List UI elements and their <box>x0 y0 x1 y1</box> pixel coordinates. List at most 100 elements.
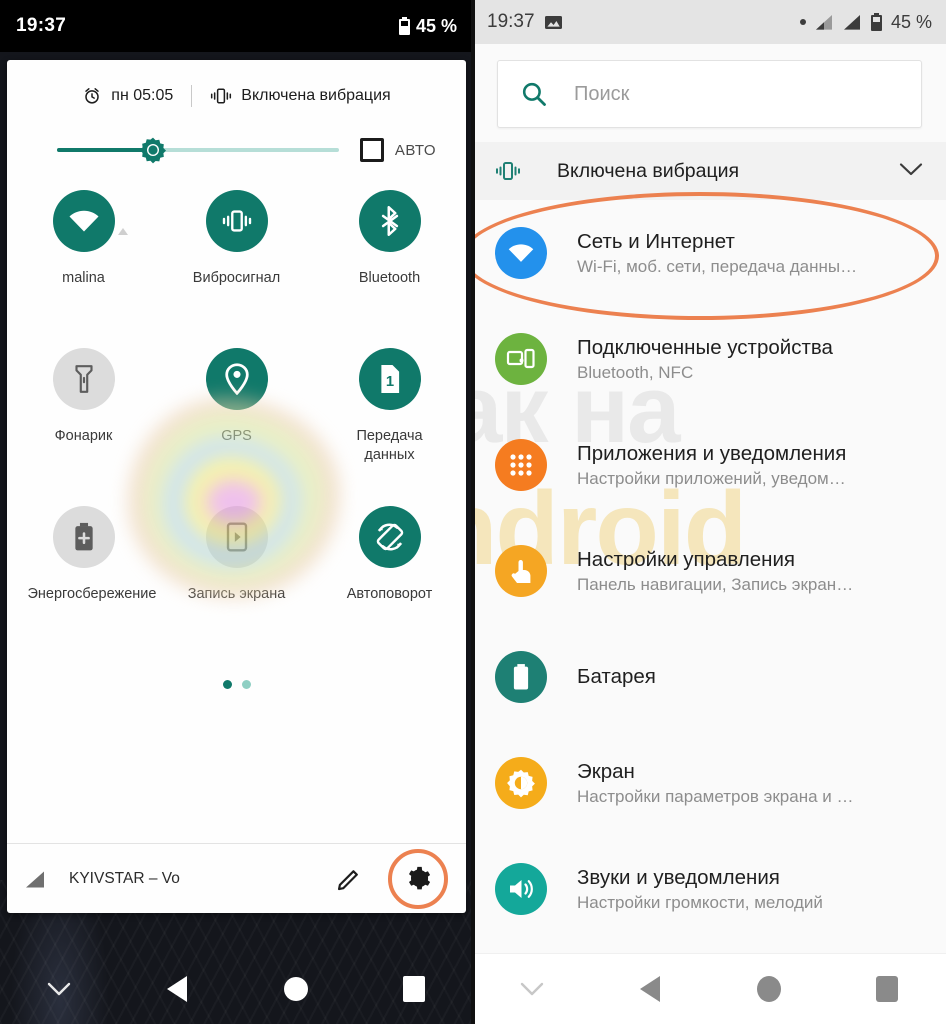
chevron-down-icon <box>899 162 923 175</box>
apps-grid-icon <box>495 439 547 491</box>
svg-text:1: 1 <box>385 374 393 390</box>
tile-vibration[interactable]: Вибросигнал <box>160 190 313 348</box>
vibration-tile-circle <box>205 190 268 252</box>
settings-item-connected-devices[interactable]: Подключенные устройства Bluetooth, NFC <box>473 306 946 412</box>
volume-icon <box>495 863 547 915</box>
search-input[interactable]: Поиск <box>574 83 629 106</box>
wifi-icon <box>69 210 98 232</box>
settings-item-title: Подключенные устройства <box>577 335 833 359</box>
nav-back-button[interactable] <box>591 976 709 1002</box>
nav-recents-button[interactable] <box>828 976 946 1002</box>
tile-mobile-data[interactable]: 1 Передача данных <box>313 348 466 506</box>
flashlight-icon <box>74 365 93 393</box>
alarm-clock-icon <box>85 88 100 104</box>
settings-item-sound[interactable]: Звуки и уведомления Настройки громкости,… <box>473 836 946 942</box>
search-icon <box>522 82 546 106</box>
tile-label: Bluetooth <box>358 270 421 286</box>
quick-tiles-grid: malina Вибросигнал Bluetooth Фонарик GPS… <box>7 176 466 664</box>
battery-icon <box>495 651 547 703</box>
page-dot-active[interactable] <box>222 680 232 689</box>
screen-record-icon <box>226 522 247 552</box>
tile-row: malina Вибросигнал Bluetooth <box>7 190 466 348</box>
settings-item-title: Приложения и уведомления <box>577 441 847 465</box>
settings-item-apps[interactable]: Приложения и уведомления Настройки прило… <box>473 412 946 518</box>
auto-brightness-toggle[interactable]: АВТО <box>359 138 448 162</box>
location-pin-icon <box>224 363 249 395</box>
nav-back-button[interactable] <box>118 976 236 1002</box>
auto-brightness-checkbox[interactable] <box>359 138 384 162</box>
settings-item-desc: Настройки громкости, мелодий <box>577 892 823 912</box>
vibration-row-text: Включена вибрация <box>557 159 740 182</box>
settings-item-title: Сеть и Интернет <box>577 229 735 253</box>
screen-record-tile-circle <box>205 506 268 568</box>
tile-label: Фонарик <box>54 428 113 444</box>
hand-tap-icon <box>495 545 547 597</box>
nav-hide-button[interactable] <box>0 981 118 997</box>
tile-auto-rotate[interactable]: Автоповорот <box>313 506 466 664</box>
nav-hide-button[interactable] <box>473 981 591 997</box>
left-navigation-bar <box>0 954 473 1024</box>
right-status-bar: 19:37 45 % <box>473 0 946 44</box>
settings-item-display[interactable]: Экран Настройки параметров экрана и … <box>473 730 946 836</box>
brightness-row: АВТО <box>7 124 466 176</box>
vibration-text: Включена вибрация <box>241 87 391 104</box>
settings-list: Сеть и Интернет Wi-Fi, моб. сети, переда… <box>473 192 946 942</box>
status-clock: 19:37 <box>487 11 535 32</box>
carrier-name: KYIVSTAR – Vo <box>69 869 180 887</box>
nav-home-button[interactable] <box>710 976 828 1002</box>
bluetooth-icon <box>381 206 398 236</box>
search-bar[interactable]: Поиск <box>497 60 922 128</box>
tile-wifi[interactable]: malina <box>7 190 160 348</box>
pencil-edit-icon[interactable] <box>336 866 362 892</box>
settings-item-network[interactable]: Сеть и Интернет Wi-Fi, моб. сети, переда… <box>473 192 946 320</box>
settings-item-title: Настройки управления <box>577 547 796 571</box>
settings-item-controls[interactable]: Настройки управления Панель навигации, З… <box>473 518 946 624</box>
alarm-info: пн 05:05 <box>82 86 173 106</box>
connected-devices-icon <box>495 333 547 385</box>
tile-label: GPS <box>221 428 252 444</box>
shade-header: пн 05:05 Включена вибрация <box>7 60 466 124</box>
settings-button-highlight[interactable] <box>388 848 448 909</box>
page-indicator[interactable] <box>7 680 466 689</box>
gear-icon[interactable] <box>406 866 431 891</box>
slider-thumb[interactable] <box>139 136 167 164</box>
back-triangle-icon <box>167 976 188 1002</box>
signal-icon <box>815 14 832 30</box>
tile-flashlight[interactable]: Фонарик <box>7 348 160 506</box>
battery-percent: 45 % <box>890 11 932 32</box>
settings-item-title: Экран <box>577 759 635 783</box>
recents-square-icon <box>402 976 425 1002</box>
vibration-status-row[interactable]: Включена вибрация <box>473 142 946 200</box>
back-triangle-icon <box>640 976 661 1002</box>
tile-battery-saver[interactable]: Энергосбережение <box>7 506 160 664</box>
nav-recents-button[interactable] <box>355 976 473 1002</box>
left-phone-screen: 19:37 45 % пн 05:05 Включена вибрация АВ… <box>0 0 473 1024</box>
battery-icon <box>398 17 410 35</box>
flashlight-tile-circle <box>52 348 115 410</box>
tile-label: Передача данных <box>356 428 423 463</box>
wifi-sub-arrow-icon[interactable] <box>117 228 128 235</box>
nav-home-button[interactable] <box>237 977 355 1001</box>
tile-row: Энергосбережение Запись экрана Автоповор… <box>7 506 466 664</box>
settings-item-desc: Настройки приложений, уведом… <box>577 468 846 488</box>
tile-screen-record[interactable]: Запись экрана <box>160 506 313 664</box>
tile-label: Автоповорот <box>346 586 433 602</box>
sim-card-1-icon: 1 <box>380 364 399 394</box>
settings-item-desc: Панель навигации, Запись экран… <box>577 574 854 594</box>
quick-settings-shade: пн 05:05 Включена вибрация АВТО malina В… <box>7 60 466 913</box>
vibration-icon <box>222 210 251 232</box>
tile-bluetooth[interactable]: Bluetooth <box>313 190 466 348</box>
settings-item-title: Батарея <box>577 665 656 688</box>
page-dot[interactable] <box>241 680 251 689</box>
dot-icon <box>799 19 806 25</box>
search-container: Поиск <box>473 44 946 142</box>
settings-item-battery[interactable]: Батарея <box>473 624 946 730</box>
gps-tile-circle <box>205 348 268 410</box>
tile-gps[interactable]: GPS <box>160 348 313 506</box>
settings-item-desc: Wi-Fi, моб. сети, передача данны… <box>577 256 858 276</box>
vibration-icon <box>211 88 232 104</box>
battery-icon <box>870 13 882 31</box>
expand-button[interactable] <box>898 161 924 182</box>
brightness-slider[interactable] <box>57 137 339 164</box>
settings-item-desc: Bluetooth, NFC <box>577 362 694 382</box>
